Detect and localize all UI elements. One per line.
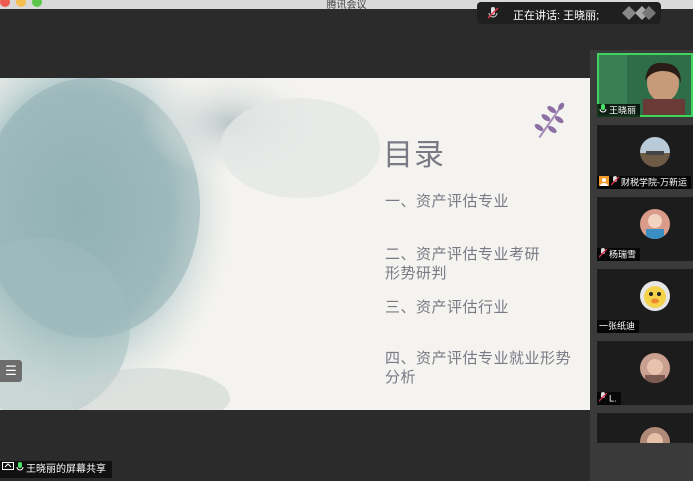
speaking-indicator: 正在讲话: 王晓丽; [477, 2, 661, 24]
participant-tile-2[interactable]: 财税学院-万新运 [597, 125, 693, 189]
toc-item-1: 一、资产评估专业 [385, 193, 510, 210]
muted-mic-icon [598, 392, 608, 405]
toc-item-2: 二、资产评估专业考研形势研判 [385, 246, 541, 282]
toc-item-4: 四、资产评估专业就业形势分析 [385, 350, 572, 386]
slide-title: 目录 [383, 139, 445, 172]
participant-tile-3[interactable]: 杨瑞雪 [597, 197, 693, 261]
participant-name-1: 王晓丽 [597, 104, 641, 117]
presentation-slide: 目录 一、资产评估专业 二、资产评估专业考研形势研判 三、资产评估行业 四、资产… [0, 78, 590, 410]
live-mic-icon [599, 104, 607, 117]
participant-tile-5[interactable]: L. [597, 341, 693, 405]
participant-tile-6[interactable] [597, 413, 693, 443]
toc-item-3: 三、资产评估行业 [385, 299, 510, 316]
live-mic-icon [16, 461, 24, 478]
participant-name-5: L. [597, 392, 621, 405]
avatar [640, 209, 670, 239]
muted-mic-icon [598, 248, 608, 261]
avatar [640, 353, 670, 383]
list-icon[interactable]: ☰ [0, 360, 22, 382]
avatar [640, 427, 670, 443]
muted-mic-icon [610, 176, 620, 189]
avatar [640, 281, 670, 311]
participant-tile-4[interactable]: 一张纸迪 [597, 269, 693, 333]
muted-mic-icon [487, 6, 499, 23]
participant-name-2: 财税学院-万新运 [597, 176, 691, 189]
avatar [640, 137, 670, 167]
participant-name-3: 杨瑞雪 [597, 248, 641, 261]
participant-tile-1[interactable]: 王晓丽 [597, 53, 693, 117]
screen-share-label: 王晓丽的屏幕共享 [0, 461, 112, 478]
speaker-avatar-icon [622, 6, 656, 23]
speaking-text: 正在讲话: 王晓丽; [513, 10, 600, 22]
screen-share-icon [2, 461, 14, 478]
user-icon [599, 176, 609, 189]
participant-name-4: 一张纸迪 [597, 320, 640, 333]
